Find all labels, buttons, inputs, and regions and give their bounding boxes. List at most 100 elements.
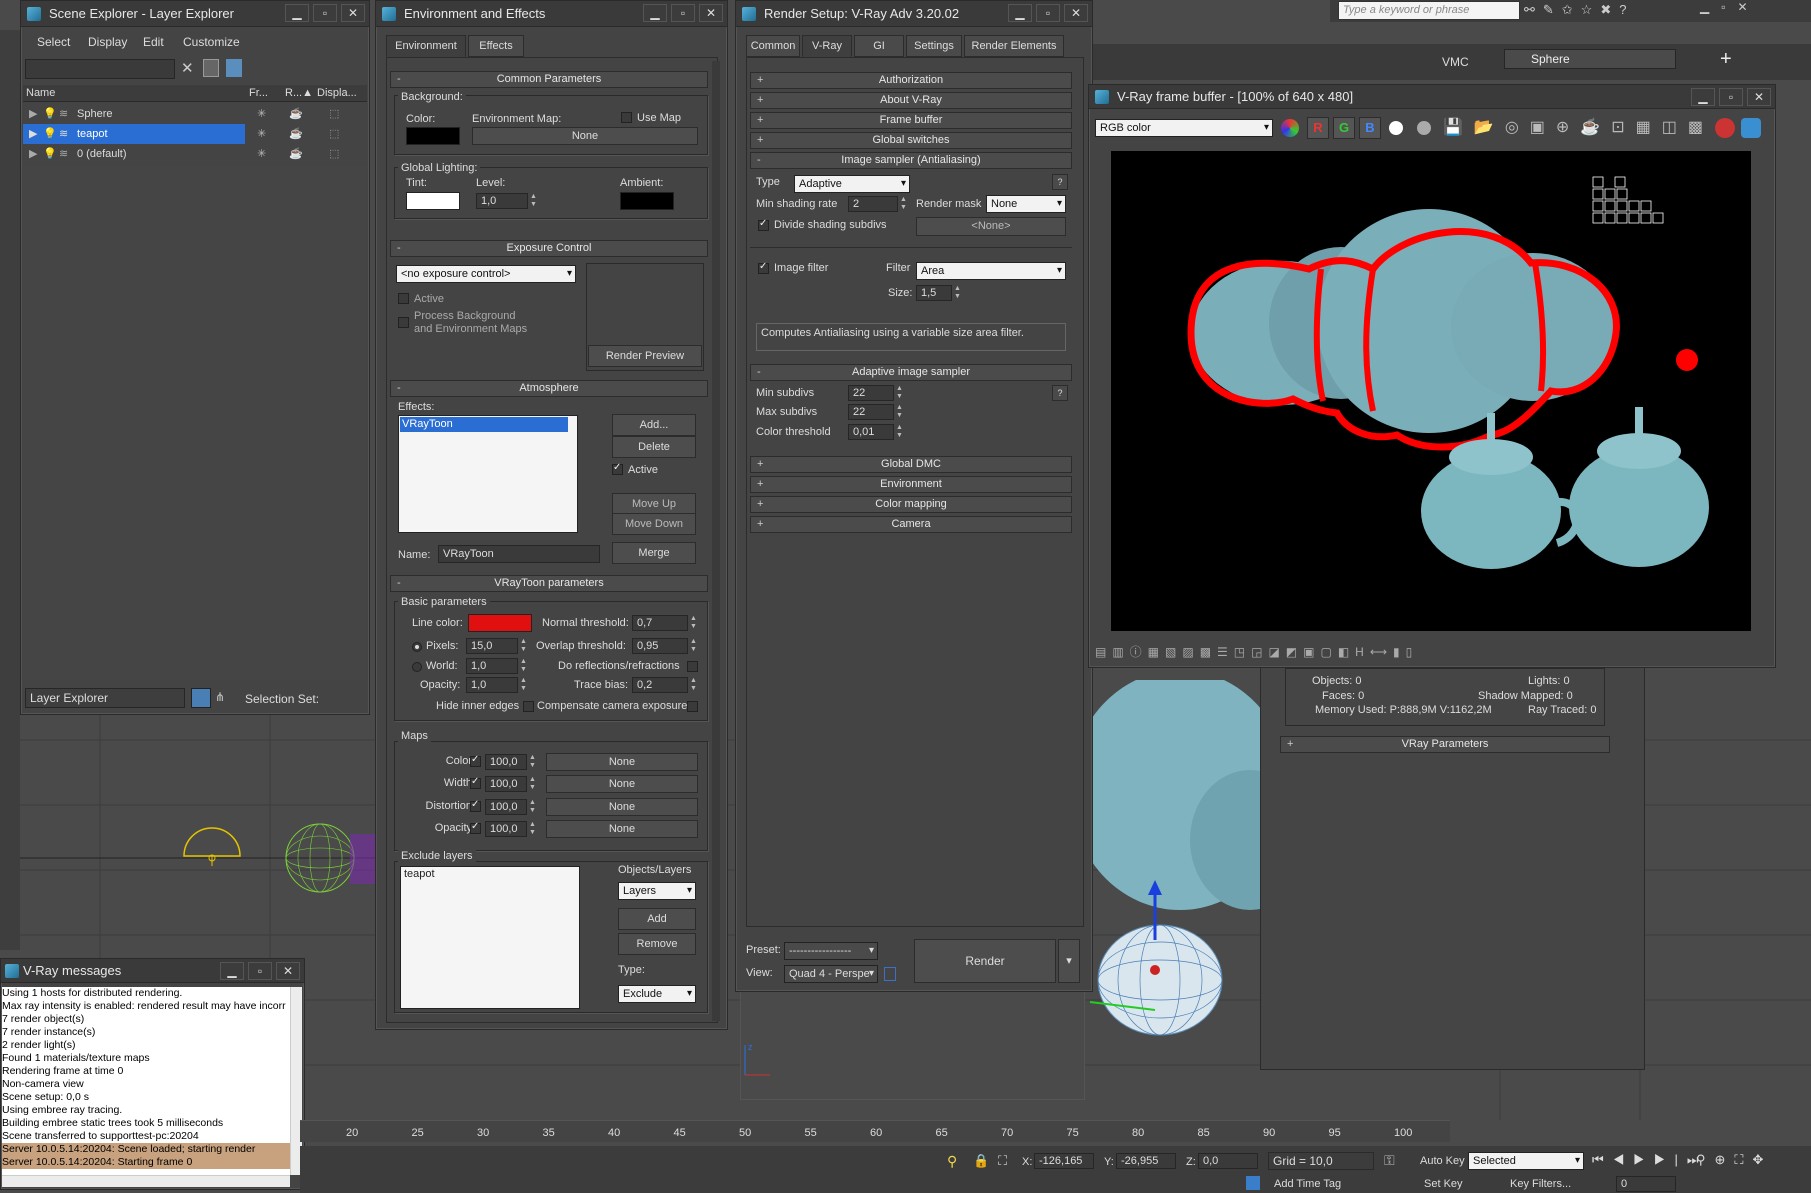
minimize-icon[interactable]: ▁: [1008, 4, 1032, 22]
do-reflections-checkbox[interactable]: [687, 661, 698, 672]
color-wheel-icon[interactable]: [1281, 119, 1299, 137]
environment-rollout[interactable]: + Environment: [750, 476, 1072, 493]
effects-list[interactable]: [398, 415, 578, 533]
preset-dropdown[interactable]: -----------------: [784, 942, 878, 960]
plus-icon[interactable]: +: [1720, 48, 1732, 71]
exclude-add-button[interactable]: Add: [618, 908, 696, 930]
freeze-icon[interactable]: ✳: [257, 104, 266, 124]
minimize-icon[interactable]: ▁: [285, 4, 309, 22]
effects-list-item[interactable]: VRayToon: [400, 417, 568, 432]
divide-shading-checkbox[interactable]: [758, 218, 769, 231]
layer-explorer-icon[interactable]: [191, 688, 211, 708]
minimize-icon[interactable]: ▁: [1691, 88, 1715, 106]
process-bg-checkbox[interactable]: [398, 317, 409, 328]
max-subdivs-input[interactable]: 22: [848, 404, 894, 420]
lightbulb-icon[interactable]: 💡: [43, 104, 57, 124]
menu-customize[interactable]: Customize: [183, 35, 240, 49]
maximize-icon[interactable]: ▫: [671, 4, 695, 22]
blue-channel-button[interactable]: B: [1359, 117, 1381, 139]
maximize-icon[interactable]: ▫: [313, 4, 337, 22]
help-icon[interactable]: ?: [1052, 174, 1068, 190]
map-slot-button[interactable]: None: [546, 798, 698, 816]
col-render[interactable]: R...▲: [285, 85, 313, 101]
use-map-checkbox[interactable]: [621, 112, 632, 123]
objects-layers-dropdown[interactable]: Layers: [618, 882, 696, 900]
new-layer-icon[interactable]: [203, 59, 219, 77]
bg-color-swatch[interactable]: [406, 127, 460, 145]
color-threshold-input[interactable]: 0,01: [848, 424, 894, 440]
exclude-remove-button[interactable]: Remove: [618, 933, 696, 955]
col-display[interactable]: Displa...: [317, 85, 357, 101]
map-enable-checkbox[interactable]: [470, 776, 481, 789]
move-down-button[interactable]: Move Down: [612, 513, 696, 535]
playback-controls[interactable]: ⏮◀▶▶|⏭: [1592, 1152, 1708, 1168]
maximize-icon[interactable]: ▫: [248, 962, 272, 980]
opacity-input[interactable]: 1,0: [466, 677, 518, 693]
current-frame-input[interactable]: 0: [1616, 1176, 1676, 1192]
x-coord-input[interactable]: -126,165: [1034, 1153, 1094, 1169]
normal-threshold-input[interactable]: 0,7: [632, 615, 688, 631]
color-mapping-rollout[interactable]: + Color mapping: [750, 496, 1072, 513]
frame-buffer-titlebar[interactable]: V-Ray frame buffer - [100% of 640 x 480]…: [1089, 85, 1775, 109]
pin-icon[interactable]: ⚲: [947, 1153, 957, 1170]
tab-effects[interactable]: Effects: [468, 35, 524, 57]
tab-common[interactable]: Common: [746, 35, 800, 57]
render-setup-titlebar[interactable]: Render Setup: V-Ray Adv 3.20.02 ▁ ▫ ✕: [736, 1, 1092, 27]
messages-log[interactable]: Using 1 hosts for distributed rendering.…: [2, 987, 290, 1175]
lightbulb-icon[interactable]: 💡: [43, 124, 57, 144]
menu-edit[interactable]: Edit: [143, 35, 164, 49]
tab-render-elements[interactable]: Render Elements: [964, 35, 1064, 57]
close-icon[interactable]: ✕: [1064, 4, 1088, 22]
ambient-swatch[interactable]: [620, 192, 674, 210]
col-name[interactable]: Name: [26, 85, 55, 101]
vray-parameters-rollout[interactable]: + VRay Parameters: [1280, 736, 1610, 753]
env-map-button[interactable]: None: [472, 127, 698, 145]
y-coord-input[interactable]: -26,955: [1116, 1153, 1176, 1169]
tab-vray[interactable]: V-Ray: [802, 35, 852, 57]
min-shading-spinner[interactable]: ▲ ▼: [899, 196, 908, 212]
common-parameters-rollout[interactable]: - Common Parameters: [390, 71, 708, 88]
trace-bias-spinner[interactable]: ▲ ▼: [689, 677, 698, 693]
close-icon[interactable]: ✕: [276, 962, 300, 980]
camera-rollout[interactable]: + Camera: [750, 516, 1072, 533]
lightbulb-icon[interactable]: 💡: [43, 144, 57, 164]
menu-display[interactable]: Display: [88, 35, 127, 49]
sampler-type-dropdown[interactable]: Adaptive: [794, 175, 910, 193]
display-box-icon[interactable]: ⬚: [329, 104, 339, 124]
pixels-spinner[interactable]: ▲ ▼: [519, 638, 528, 654]
help-search-icons[interactable]: ⚯✎✩☆✖?: [1524, 2, 1634, 18]
selection-lock-icon[interactable]: ⛶: [998, 1153, 1007, 1169]
map-enable-checkbox[interactable]: [470, 821, 481, 834]
key-filters-button[interactable]: Key Filters...: [1510, 1178, 1571, 1190]
channel-dropdown[interactable]: RGB color: [1095, 119, 1273, 137]
explorer-search-input[interactable]: [25, 59, 175, 79]
tint-swatch[interactable]: [406, 192, 460, 210]
layer-row[interactable]: ▶ 💡 ≋ Sphere ✳ ☕ ⬚: [23, 104, 367, 124]
render-teapot-icon[interactable]: [1741, 118, 1761, 138]
overlap-threshold-input[interactable]: 0,95: [632, 638, 688, 654]
min-subdivs-spinner[interactable]: ▲ ▼: [895, 385, 904, 401]
explorer-type-dropdown[interactable]: Layer Explorer: [25, 688, 185, 708]
alpha-channel-icon[interactable]: [1389, 121, 1403, 135]
add-to-layer-icon[interactable]: [226, 59, 242, 77]
min-subdivs-input[interactable]: 22: [848, 385, 894, 401]
close-icon[interactable]: ✕: [699, 4, 723, 22]
render-teapot-icon[interactable]: ☕: [289, 144, 303, 164]
tab-gi[interactable]: GI: [854, 35, 904, 57]
minimize-icon[interactable]: ▁: [220, 962, 244, 980]
freeze-icon[interactable]: ✳: [257, 124, 266, 144]
col-freeze[interactable]: Fr...: [249, 85, 268, 101]
map-amount-input[interactable]: 100,0: [485, 754, 527, 770]
render-mask-dropdown[interactable]: None: [986, 195, 1066, 213]
z-coord-input[interactable]: 0,0: [1198, 1153, 1258, 1169]
map-enable-checkbox[interactable]: [470, 754, 481, 767]
view-dropdown[interactable]: Quad 4 - Perspe: [784, 965, 878, 983]
expand-arrow-icon[interactable]: ▶: [29, 144, 37, 164]
window-controls-main[interactable]: ▁▫✕: [1700, 0, 1760, 14]
clear-search-icon[interactable]: ✕: [181, 59, 194, 77]
vray-messages-titlebar[interactable]: V-Ray messages ▁ ▫ ✕: [1, 959, 304, 983]
display-box-icon[interactable]: ⬚: [329, 144, 339, 164]
map-amount-input[interactable]: 100,0: [485, 821, 527, 837]
color-threshold-spinner[interactable]: ▲ ▼: [895, 424, 904, 440]
env-effects-titlebar[interactable]: Environment and Effects ▁ ▫ ✕: [376, 1, 727, 27]
